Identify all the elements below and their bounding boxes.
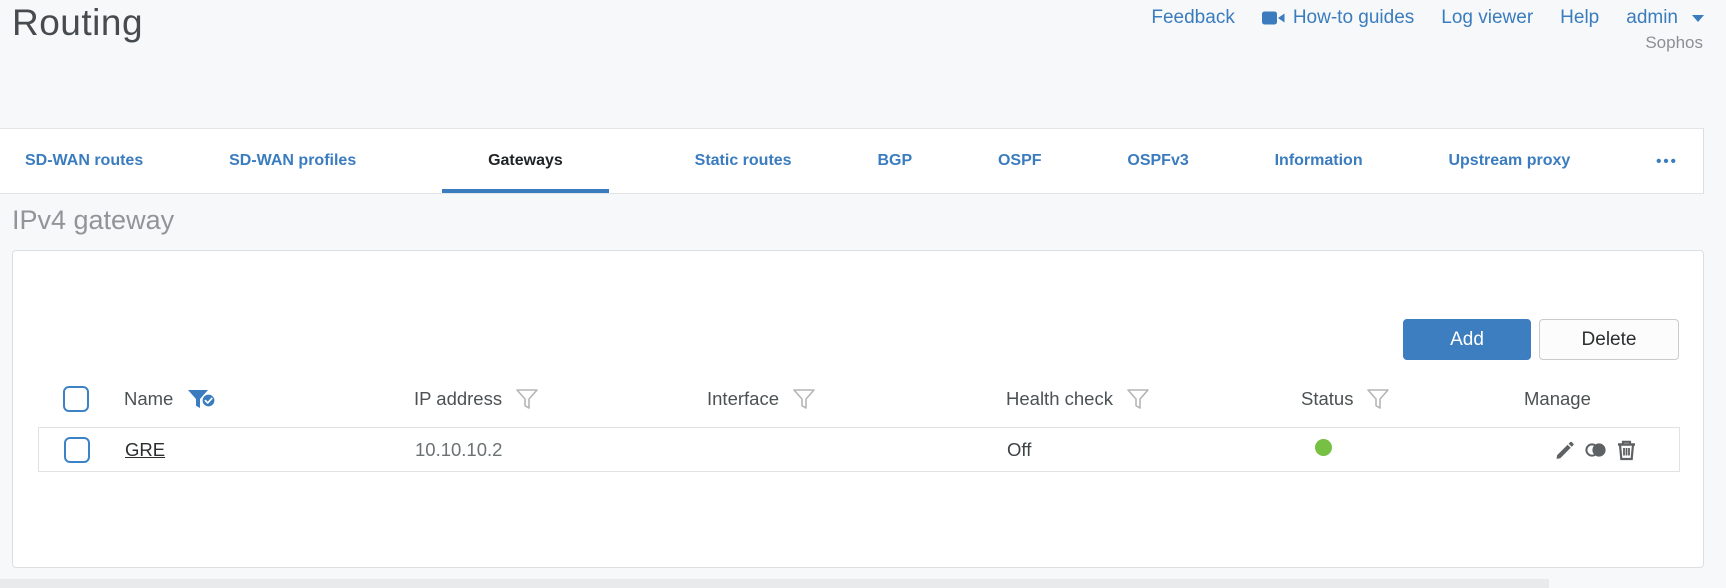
column-header-manage: Manage [1524, 388, 1591, 409]
delete-button[interactable]: Delete [1539, 319, 1679, 360]
column-header-interface: Interface [707, 388, 779, 409]
column-header-ip-address: IP address [414, 388, 503, 409]
tab-upstream-proxy[interactable]: Upstream proxy [1448, 129, 1570, 193]
header-links: Feedback How-to guides Log viewer Help a… [1151, 7, 1704, 29]
help-link[interactable]: Help [1560, 7, 1599, 29]
brand-label: Sophos [1645, 33, 1703, 52]
select-all-checkbox[interactable] [63, 386, 89, 412]
howto-guides-label: How-to guides [1292, 7, 1415, 28]
health-check-filter-icon[interactable] [1127, 389, 1149, 409]
ip-address-filter-icon[interactable] [516, 389, 538, 409]
user-menu[interactable]: admin [1626, 7, 1704, 29]
tab-ospf[interactable]: OSPF [998, 129, 1042, 193]
table-header-row: Name IP address Interface Health check S… [38, 373, 1680, 425]
tab-sd-wan-profiles[interactable]: SD-WAN profiles [229, 129, 356, 193]
row-checkbox[interactable] [64, 436, 90, 463]
add-button[interactable]: Add [1403, 319, 1531, 360]
tab-bgp[interactable]: BGP [877, 129, 912, 193]
column-header-name: Name [124, 388, 174, 409]
column-header-health-check: Health check [1006, 388, 1113, 409]
gateway-name-link[interactable]: GRE [125, 439, 165, 460]
howto-guides-link[interactable]: How-to guides [1261, 7, 1415, 29]
edit-pencil-icon[interactable] [1554, 439, 1576, 461]
tab-sd-wan-routes[interactable]: SD-WAN routes [25, 129, 143, 193]
page-title: Routing [12, 2, 144, 43]
status-indicator-green [1315, 438, 1332, 456]
table-row: GRE 10.10.10.2 Off [38, 427, 1680, 472]
tab-gateways[interactable]: Gateways [442, 129, 609, 193]
video-camera-icon [1261, 10, 1285, 26]
gateway-table-card: Add Delete Name IP address Interface Hea… [12, 250, 1704, 568]
feedback-link[interactable]: Feedback [1151, 7, 1234, 29]
tabs-overflow-button[interactable]: ••• [1656, 129, 1678, 193]
tab-static-routes[interactable]: Static routes [695, 129, 792, 193]
manage-actions [1554, 439, 1679, 461]
user-name: admin [1626, 7, 1678, 28]
delete-trash-icon[interactable] [1616, 439, 1637, 461]
filter-active-badge [201, 391, 217, 413]
gateway-ip-address: 10.10.10.2 [415, 438, 503, 460]
bottom-scroll-strip [0, 579, 1549, 588]
gateway-health-check: Off [1007, 438, 1032, 460]
log-viewer-link[interactable]: Log viewer [1441, 7, 1533, 29]
status-filter-icon[interactable] [1367, 389, 1390, 409]
column-header-status: Status [1301, 388, 1354, 409]
interface-filter-icon[interactable] [793, 389, 815, 409]
tab-information[interactable]: Information [1275, 129, 1363, 193]
clone-icon[interactable] [1584, 439, 1608, 461]
name-filter-icon[interactable] [187, 389, 217, 409]
chevron-down-icon [1692, 14, 1704, 22]
tab-bar: SD-WAN routes SD-WAN profiles Gateways S… [0, 128, 1704, 194]
tab-ospfv3[interactable]: OSPFv3 [1127, 129, 1188, 193]
section-heading: IPv4 gateway [12, 205, 175, 235]
